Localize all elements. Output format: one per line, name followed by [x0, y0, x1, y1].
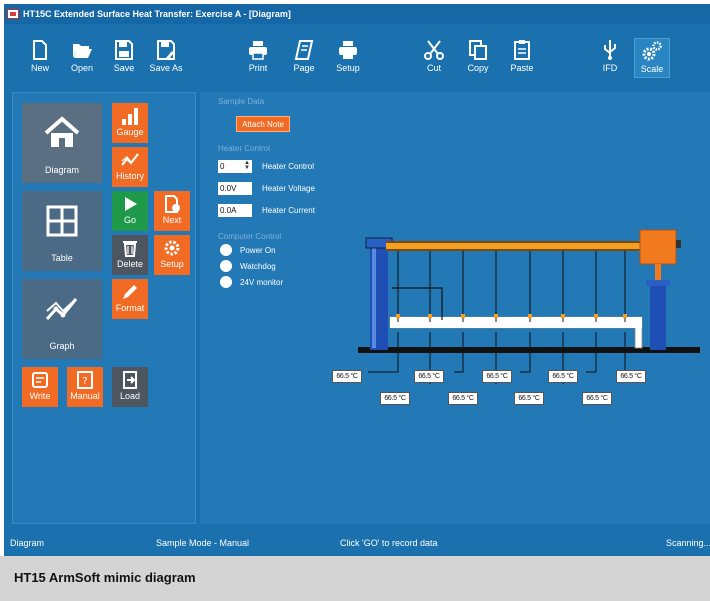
page-button[interactable]: Page — [286, 38, 322, 78]
temp-readout: 66.5 °C — [414, 370, 444, 383]
status-hint: Click 'GO' to record data — [340, 538, 438, 548]
temp-readout: 66.5 °C — [514, 392, 544, 405]
graph-view-button[interactable]: Graph — [22, 279, 102, 359]
scale-button[interactable]: Scale — [634, 38, 670, 78]
window-title: HT15C Extended Surface Heat Transfer: Ex… — [23, 9, 291, 19]
go-button[interactable]: Go — [112, 191, 148, 231]
page-setup-icon — [294, 40, 314, 60]
history-button[interactable]: History — [112, 147, 148, 187]
svg-text:?: ? — [82, 376, 87, 387]
gear-icon — [164, 240, 180, 256]
next-file-icon — [165, 195, 180, 213]
manual-button[interactable]: ? Manual — [67, 367, 103, 407]
format-button[interactable]: Format — [112, 279, 148, 319]
temp-readout: 66.5 °C — [448, 392, 478, 405]
copy-button[interactable]: Copy — [460, 38, 496, 78]
status-view: Diagram — [10, 538, 45, 548]
write-button[interactable]: Write — [22, 367, 58, 407]
watchdog-indicator — [220, 260, 232, 272]
app-window: HT15C Extended Surface Heat Transfer: Ex… — [4, 4, 710, 556]
power-on-label: Power On — [240, 246, 276, 255]
usb-icon — [604, 40, 616, 60]
title-bar: HT15C Extended Surface Heat Transfer: Ex… — [4, 4, 710, 24]
new-file-icon — [33, 40, 47, 60]
setup-button[interactable]: Setup — [154, 235, 190, 275]
trash-icon — [123, 241, 137, 257]
delete-button[interactable]: Delete — [112, 235, 148, 275]
computer-control-heading: Computer Control — [218, 232, 282, 241]
attach-note-button[interactable]: Attach Note — [236, 116, 290, 132]
scissors-icon — [424, 40, 444, 60]
new-button[interactable]: New — [22, 38, 58, 78]
navigation-panel: Diagram Table Graph Gauge History Go Nex… — [12, 92, 196, 524]
diagram-panel: Sample Data Attach Note Heater Control 0… — [200, 92, 710, 524]
status-mode: Sample Mode - Manual — [156, 538, 250, 548]
status-bar: Diagram Sample Mode - Manual Click 'GO' … — [4, 531, 710, 556]
save-button[interactable]: Save — [106, 38, 142, 78]
table-icon — [46, 205, 78, 237]
printer-setup-icon — [339, 41, 357, 59]
right-support — [650, 284, 666, 350]
power-on-indicator — [220, 244, 232, 256]
bar-gauge-icon — [122, 108, 138, 125]
app-icon — [7, 9, 19, 19]
temp-readout: 66.5 °C — [548, 370, 578, 383]
print-setup-button[interactable]: Setup — [330, 38, 366, 78]
save-as-button[interactable]: Save As — [148, 38, 184, 78]
diagram-view-button[interactable]: Diagram — [22, 103, 102, 183]
24v-monitor-indicator — [220, 276, 232, 288]
import-icon — [123, 371, 137, 389]
mimic-diagram — [358, 229, 700, 384]
home-icon — [44, 116, 80, 147]
24v-monitor-label: 24V monitor — [240, 278, 284, 287]
figure-caption: HT15 ArmSoft mimic diagram — [0, 556, 710, 601]
temp-readout: 66.5 °C — [380, 392, 410, 405]
status-state: Scanning... — [666, 538, 710, 548]
temp-readout: 66.5 °C — [332, 370, 362, 383]
save-icon — [115, 40, 133, 60]
stepper-arrows-icon[interactable]: ▲ ▼ — [244, 160, 250, 171]
line-chart-icon — [45, 298, 78, 321]
base-plate — [358, 347, 700, 353]
play-icon — [125, 197, 137, 211]
load-button[interactable]: Load — [112, 367, 148, 407]
paste-button[interactable]: Paste — [504, 38, 540, 78]
note-icon — [32, 372, 48, 388]
history-chart-icon — [121, 153, 139, 166]
temp-readout: 66.5 °C — [482, 370, 512, 383]
next-button[interactable]: Next — [154, 191, 190, 231]
heater-voltage-label: Heater Voltage — [262, 184, 315, 193]
folder-open-icon — [73, 44, 92, 58]
heater-current-label: Heater Current — [262, 206, 315, 215]
watchdog-label: Watchdog — [240, 262, 276, 271]
toolbar: New Open Save Save As Print Page Setup C… — [4, 24, 710, 80]
gauge-button[interactable]: Gauge — [112, 103, 148, 143]
cut-button[interactable]: Cut — [416, 38, 452, 78]
heater-voltage-field: 0.0V — [218, 182, 252, 195]
pencil-icon — [123, 285, 137, 299]
print-button[interactable]: Print — [240, 38, 276, 78]
open-button[interactable]: Open — [64, 38, 100, 78]
temp-readout: 66.5 °C — [582, 392, 612, 405]
heater-current-field: 0.0A — [218, 204, 252, 217]
heater-control-heading: Heater Control — [218, 144, 271, 153]
table-view-button[interactable]: Table — [22, 191, 102, 271]
gears-icon — [642, 41, 662, 61]
clipboard-icon — [514, 40, 530, 60]
copy-icon — [469, 40, 487, 60]
sample-data-heading: Sample Data — [218, 97, 265, 106]
heater-block — [639, 229, 677, 265]
help-book-icon: ? — [77, 371, 93, 389]
save-as-icon — [157, 40, 175, 60]
temp-readout: 66.5 °C — [616, 370, 646, 383]
ifd-button[interactable]: IFD — [592, 38, 628, 78]
heater-control-stepper[interactable]: 0 ▲ ▼ — [218, 160, 252, 173]
heater-control-label: Heater Control — [262, 162, 315, 171]
printer-icon — [249, 41, 267, 60]
